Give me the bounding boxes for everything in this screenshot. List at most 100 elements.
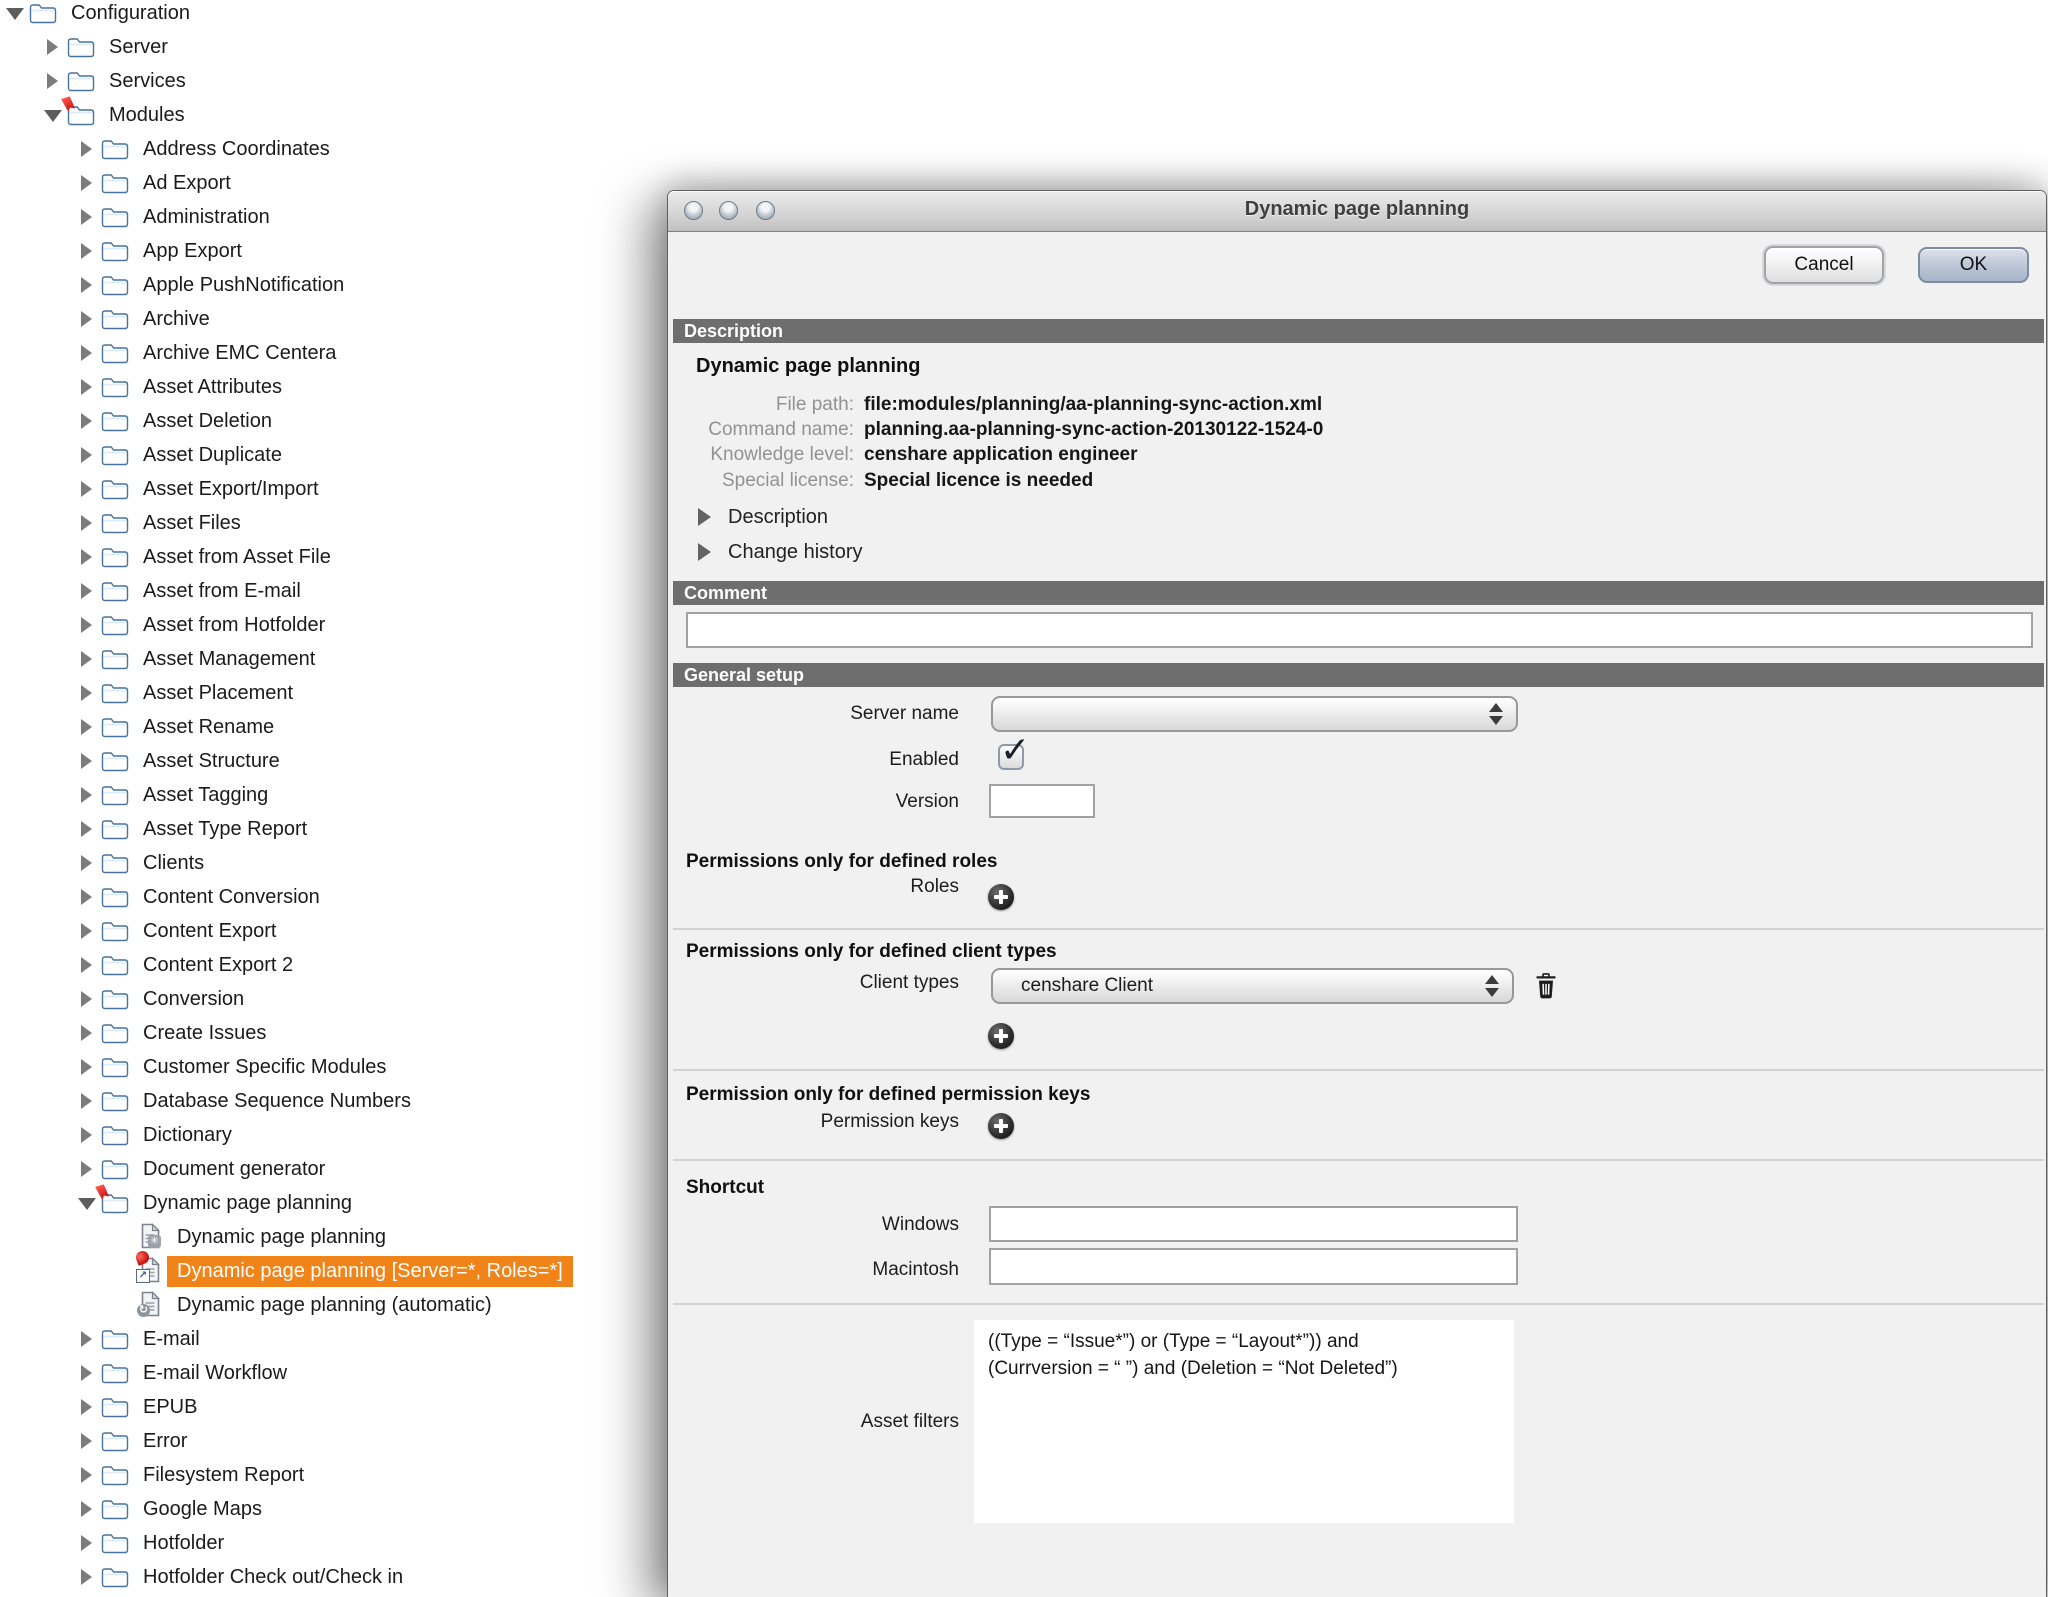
add-permission-key-button[interactable] [988, 1113, 1014, 1139]
trash-icon[interactable] [1534, 972, 1558, 1000]
tree-item[interactable]: Asset Management [0, 642, 667, 676]
disclosure-triangle-icon[interactable] [77, 274, 101, 296]
disclosure-triangle-icon[interactable] [77, 716, 101, 738]
client-types-select[interactable]: censhare Client [991, 968, 1514, 1004]
disclosure-triangle-icon[interactable] [77, 410, 101, 432]
tree-item[interactable]: Hotfolder Check out/Check in [0, 1560, 667, 1594]
tree-item[interactable]: Archive EMC Centera [0, 336, 667, 370]
tree-item[interactable]: Create Issues [0, 1016, 667, 1050]
tree-item[interactable]: Content Export [0, 914, 667, 948]
add-role-button[interactable] [988, 884, 1014, 910]
tree-item[interactable]: Dynamic page planning (automatic) [0, 1288, 667, 1322]
tree-item[interactable]: Services [0, 64, 667, 98]
tree-item[interactable]: Configuration [0, 0, 667, 30]
disclosure-triangle-icon[interactable] [77, 138, 101, 160]
disclosure-triangle-icon[interactable] [77, 1566, 101, 1588]
description-disclosure-icon[interactable] [698, 508, 711, 526]
disclosure-triangle-icon[interactable] [77, 1464, 101, 1486]
comment-input[interactable] [686, 612, 2033, 648]
tree-item[interactable]: Filesystem Report [0, 1458, 667, 1492]
disclosure-triangle-icon[interactable] [77, 478, 101, 500]
tree-item[interactable]: Asset Attributes [0, 370, 667, 404]
disclosure-triangle-icon[interactable] [77, 614, 101, 636]
tree-item[interactable]: Asset Structure [0, 744, 667, 778]
disclosure-triangle-icon[interactable] [77, 512, 101, 534]
disclosure-triangle-icon[interactable] [43, 36, 67, 58]
disclosure-triangle-icon[interactable] [77, 546, 101, 568]
cancel-button[interactable]: Cancel [1764, 246, 1884, 284]
tree-item[interactable]: Modules [0, 98, 667, 132]
disclosure-triangle-icon[interactable] [77, 920, 101, 942]
server-name-select[interactable] [991, 696, 1518, 732]
disclosure-triangle-icon[interactable] [77, 852, 101, 874]
disclosure-triangle-icon[interactable] [77, 648, 101, 670]
disclosure-triangle-icon[interactable] [77, 172, 101, 194]
change-history-disclosure-icon[interactable] [698, 543, 711, 561]
tree-item[interactable]: Address Coordinates [0, 132, 667, 166]
disclosure-triangle-icon[interactable] [5, 2, 29, 24]
tree-item[interactable]: Asset from Asset File [0, 540, 667, 574]
disclosure-triangle-icon[interactable] [77, 1056, 101, 1078]
tree-item[interactable]: Content Export 2 [0, 948, 667, 982]
disclosure-triangle-icon[interactable] [77, 1192, 101, 1214]
ok-button[interactable]: OK [1918, 247, 2029, 283]
disclosure-triangle-icon[interactable] [77, 206, 101, 228]
tree-item[interactable]: EPUB [0, 1390, 667, 1424]
disclosure-triangle-icon[interactable] [77, 750, 101, 772]
tree-item[interactable]: Asset Export/Import [0, 472, 667, 506]
disclosure-triangle-icon[interactable] [77, 1532, 101, 1554]
disclosure-triangle-icon[interactable] [43, 104, 67, 126]
tree-item[interactable]: Database Sequence Numbers [0, 1084, 667, 1118]
tree-item[interactable]: Server [0, 30, 667, 64]
disclosure-triangle-icon[interactable] [77, 682, 101, 704]
disclosure-triangle-icon[interactable] [77, 1362, 101, 1384]
disclosure-triangle-icon[interactable] [77, 342, 101, 364]
disclosure-triangle-icon[interactable] [77, 240, 101, 262]
tree-item[interactable]: Dynamic page planning [0, 1186, 667, 1220]
disclosure-triangle-icon[interactable] [77, 580, 101, 602]
tree-item[interactable]: E-mail [0, 1322, 667, 1356]
tree-item[interactable]: Asset Files [0, 506, 667, 540]
windows-shortcut-input[interactable] [989, 1206, 1518, 1242]
change-history-disclosure[interactable]: Change history [728, 541, 863, 564]
disclosure-triangle-icon[interactable] [77, 376, 101, 398]
tree-item[interactable]: E-mail Workflow [0, 1356, 667, 1390]
disclosure-triangle-icon[interactable] [77, 1158, 101, 1180]
disclosure-triangle-icon[interactable] [77, 954, 101, 976]
macintosh-shortcut-input[interactable] [989, 1248, 1518, 1285]
tree-item[interactable]: Error [0, 1424, 667, 1458]
tree-item[interactable]: Apple PushNotification [0, 268, 667, 302]
tree-item[interactable]: Administration [0, 200, 667, 234]
tree-item[interactable]: App Export [0, 234, 667, 268]
tree-item[interactable]: Customer Specific Modules [0, 1050, 667, 1084]
tree-item[interactable]: Clients [0, 846, 667, 880]
tree-item[interactable]: Dictionary [0, 1118, 667, 1152]
tree-item[interactable]: Asset Type Report [0, 812, 667, 846]
disclosure-triangle-icon[interactable] [77, 784, 101, 806]
disclosure-triangle-icon[interactable] [77, 1124, 101, 1146]
disclosure-triangle-icon[interactable] [77, 1328, 101, 1350]
version-input[interactable] [989, 784, 1095, 818]
tree-item[interactable]: Asset Tagging [0, 778, 667, 812]
tree-item[interactable]: Asset from E-mail [0, 574, 667, 608]
disclosure-triangle-icon[interactable] [77, 988, 101, 1010]
disclosure-triangle-icon[interactable] [77, 886, 101, 908]
disclosure-triangle-icon[interactable] [77, 1396, 101, 1418]
disclosure-triangle-icon[interactable] [77, 1022, 101, 1044]
tree-item[interactable]: Document generator [0, 1152, 667, 1186]
tree-item[interactable]: Asset from Hotfolder [0, 608, 667, 642]
description-disclosure[interactable]: Description [728, 506, 828, 529]
title-bar[interactable]: Dynamic page planning [668, 191, 2046, 232]
disclosure-triangle-icon[interactable] [77, 1090, 101, 1112]
tree-item[interactable]: Archive [0, 302, 667, 336]
tree-item[interactable]: Content Conversion [0, 880, 667, 914]
asset-filters-textarea[interactable]: ((Type = “Issue*”) or (Type = “Layout*”)… [974, 1320, 1514, 1523]
disclosure-triangle-icon[interactable] [77, 308, 101, 330]
tree-item[interactable]: Asset Placement [0, 676, 667, 710]
tree-item[interactable]: Asset Duplicate [0, 438, 667, 472]
tree-item[interactable]: Asset Rename [0, 710, 667, 744]
disclosure-triangle-icon[interactable] [77, 818, 101, 840]
tree-item[interactable]: Google Maps [0, 1492, 667, 1526]
tree-item[interactable]: Asset Deletion [0, 404, 667, 438]
tree-item[interactable]: Dynamic page planning [Server=*, Roles=*… [0, 1254, 667, 1288]
